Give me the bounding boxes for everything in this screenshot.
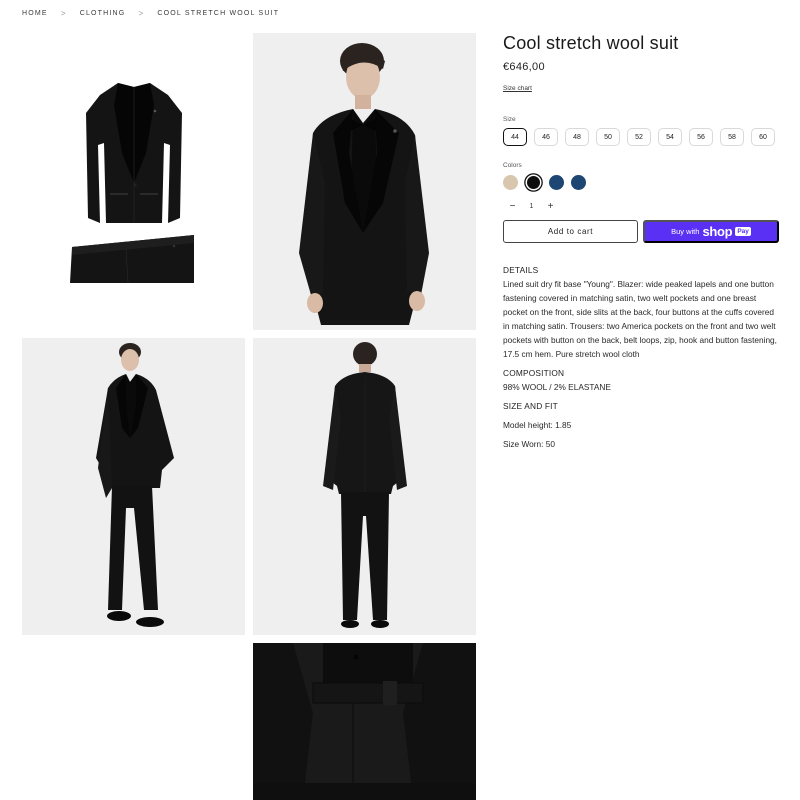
quantity-stepper: − 1 + <box>503 201 779 212</box>
model-height: Model height: 1.85 <box>503 420 572 430</box>
trouser-detail-image <box>253 643 476 800</box>
size-option-56[interactable]: 56 <box>689 128 713 146</box>
size-option-54[interactable]: 54 <box>658 128 682 146</box>
chevron-right-icon: > <box>138 8 145 18</box>
add-to-cart-button[interactable]: Add to cart <box>503 220 638 243</box>
color-swatch-4[interactable] <box>571 175 586 190</box>
product-info: Cool stretch wool suit €646,00 Size char… <box>503 30 779 451</box>
size-option-48[interactable]: 48 <box>565 128 589 146</box>
colors-label: Colors <box>503 162 522 169</box>
product-details: DETAILS Lined suit dry fit base "Young".… <box>503 263 779 451</box>
product-image-model-full[interactable] <box>22 338 245 635</box>
purchase-buttons: Add to cart Buy with shop Pay <box>503 220 779 243</box>
details-description: Lined suit dry fit base "Young". Blazer:… <box>503 279 777 359</box>
suit-flat-lay-image <box>70 83 194 284</box>
buy-with-shop-pay-button[interactable]: Buy with shop Pay <box>643 220 779 243</box>
size-selector: 44 46 48 50 52 54 56 58 60 <box>503 128 779 146</box>
size-worn: Size Worn: 50 <box>503 439 555 449</box>
size-option-46[interactable]: 46 <box>534 128 558 146</box>
product-image-flat-lay[interactable] <box>22 33 245 330</box>
size-option-50[interactable]: 50 <box>596 128 620 146</box>
product-title: Cool stretch wool suit <box>503 33 679 53</box>
size-option-52[interactable]: 52 <box>627 128 651 146</box>
composition-heading: COMPOSITION <box>503 368 565 378</box>
product-price: €646,00 <box>503 61 545 73</box>
breadcrumb: HOME > CLOTHING > COOL STRETCH WOOL SUIT <box>22 8 279 18</box>
color-swatch-2[interactable] <box>527 176 540 189</box>
buy-with-label: Buy with <box>671 227 700 236</box>
size-option-44[interactable]: 44 <box>503 128 527 146</box>
model-full-length-image <box>22 338 245 635</box>
model-front-image <box>253 33 476 330</box>
quantity-value[interactable]: 1 <box>522 203 541 210</box>
breadcrumb-home[interactable]: HOME <box>22 10 48 17</box>
size-chart-link[interactable]: Size chart <box>503 85 532 92</box>
size-option-60[interactable]: 60 <box>751 128 775 146</box>
details-heading: DETAILS <box>503 265 539 275</box>
breadcrumb-current: COOL STRETCH WOOL SUIT <box>157 9 280 17</box>
pay-badge: Pay <box>735 227 751 236</box>
model-back-image <box>253 338 476 635</box>
composition-value: 98% WOOL / 2% ELASTANE <box>503 382 611 392</box>
color-swatch-3[interactable] <box>549 175 564 190</box>
size-fit-heading: SIZE AND FIT <box>503 401 558 411</box>
breadcrumb-clothing[interactable]: CLOTHING <box>80 10 126 17</box>
size-option-58[interactable]: 58 <box>720 128 744 146</box>
product-image-model-front[interactable] <box>253 33 476 330</box>
color-selector <box>503 175 779 190</box>
quantity-decrease-button[interactable]: − <box>503 201 522 212</box>
shop-logo: shop <box>702 224 733 239</box>
chevron-right-icon: > <box>60 8 67 18</box>
product-image-detail[interactable] <box>253 643 476 800</box>
color-swatch-1[interactable] <box>503 175 518 190</box>
quantity-increase-button[interactable]: + <box>541 201 560 212</box>
product-image-model-back[interactable] <box>253 338 476 635</box>
size-label: Size <box>503 116 516 123</box>
